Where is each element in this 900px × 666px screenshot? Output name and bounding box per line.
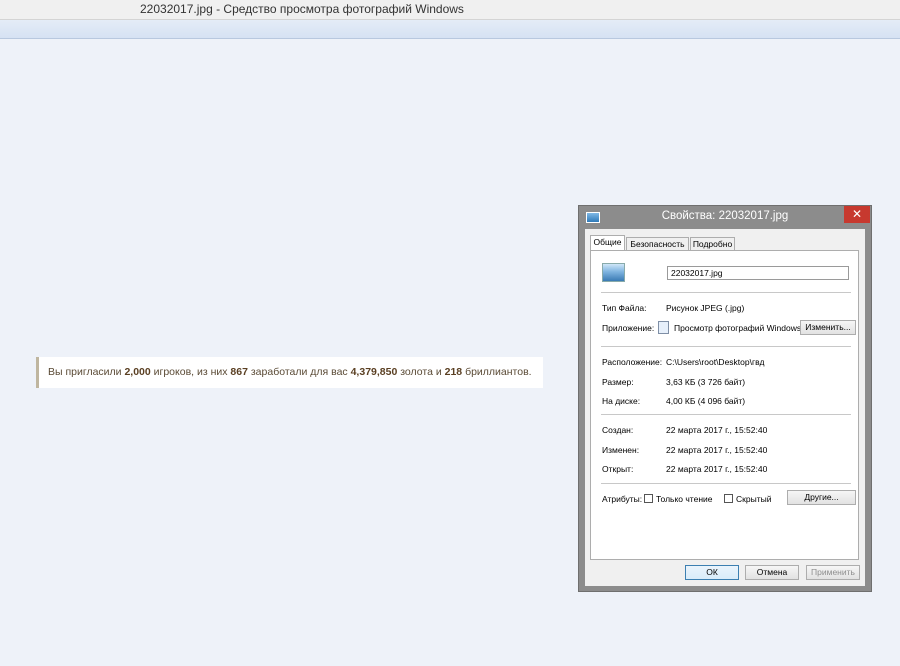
other-attributes-button[interactable]: Другие... [787, 490, 856, 505]
ok-button[interactable]: ОК [685, 565, 739, 580]
viewer-title-bar: 22032017.jpg - Средство просмотра фотогр… [0, 0, 900, 20]
properties-dialog: Свойства: 22032017.jpg ✕ Общие Безопасно… [578, 205, 872, 592]
size-value: 3,63 КБ (3 726 байт) [666, 377, 746, 387]
app-value: Просмотр фотографий Windows [674, 323, 802, 333]
window-title: 22032017.jpg - Средство просмотра фотогр… [140, 2, 464, 16]
gold-amount: 4,379,850 [350, 366, 398, 378]
location-value: C:\Users\root\Desktop\гвд [666, 357, 765, 367]
divider [601, 292, 851, 293]
attributes-label: Атрибуты: [602, 494, 643, 504]
dialog-title-bar[interactable]: Свойства: 22032017.jpg ✕ [579, 206, 871, 228]
tab-details[interactable]: Подробно [690, 237, 735, 251]
close-button[interactable]: ✕ [844, 206, 870, 223]
general-tab-panel: 22032017.jpg Тип Файла: Рисунок JPEG (.j… [590, 250, 859, 560]
readonly-checkbox[interactable] [644, 494, 653, 503]
modified-value: 22 марта 2017 г., 15:52:40 [666, 445, 768, 455]
invite-stats-banner: Вы пригласили 2,000 игроков, из них 867 … [36, 357, 543, 388]
tab-general[interactable]: Общие [590, 235, 625, 251]
file-type-label: Тип Файла: [602, 303, 647, 313]
modified-label: Изменен: [602, 445, 640, 455]
filename-field[interactable]: 22032017.jpg [667, 266, 849, 280]
readonly-label: Только чтение [656, 494, 713, 504]
divider [601, 414, 851, 415]
photo-viewer-icon [658, 321, 669, 334]
dialog-title: Свойства: 22032017.jpg [661, 210, 789, 222]
notice-mid1: игроков, из них [150, 366, 231, 378]
tab-security[interactable]: Безопасность [626, 237, 689, 251]
notice-suffix: бриллиантов. [462, 366, 532, 378]
image-file-icon [602, 263, 625, 282]
viewer-toolbar [0, 20, 900, 39]
size-label: Размер: [602, 377, 634, 387]
disk-size-label: На диске: [602, 396, 641, 406]
created-label: Создан: [602, 425, 634, 435]
opened-value: 22 марта 2017 г., 15:52:40 [666, 464, 768, 474]
created-value: 22 марта 2017 г., 15:52:40 [666, 425, 768, 435]
earners-count: 867 [230, 366, 248, 378]
divider [601, 346, 851, 347]
change-app-button[interactable]: Изменить... [800, 320, 856, 335]
apply-button[interactable]: Применить [806, 565, 860, 580]
players-count: 2,000 [124, 366, 151, 378]
file-type-value: Рисунок JPEG (.jpg) [666, 303, 745, 313]
notice-mid2: заработали для вас [247, 366, 351, 378]
hidden-checkbox[interactable] [724, 494, 733, 503]
location-label: Расположение: [602, 357, 663, 367]
disk-size-value: 4,00 КБ (4 096 байт) [666, 396, 746, 406]
dialog-body: Общие Безопасность Подробно 22032017.jpg… [585, 229, 865, 586]
hidden-label: Скрытый [736, 494, 772, 504]
diamonds-count: 218 [444, 366, 463, 378]
notice-prefix: Вы пригласили [48, 366, 125, 378]
app-label: Приложение: [602, 323, 655, 333]
cancel-button[interactable]: Отмена [745, 565, 799, 580]
divider [601, 483, 851, 484]
opened-label: Открыт: [602, 464, 634, 474]
notice-mid3: золота и [397, 366, 445, 378]
